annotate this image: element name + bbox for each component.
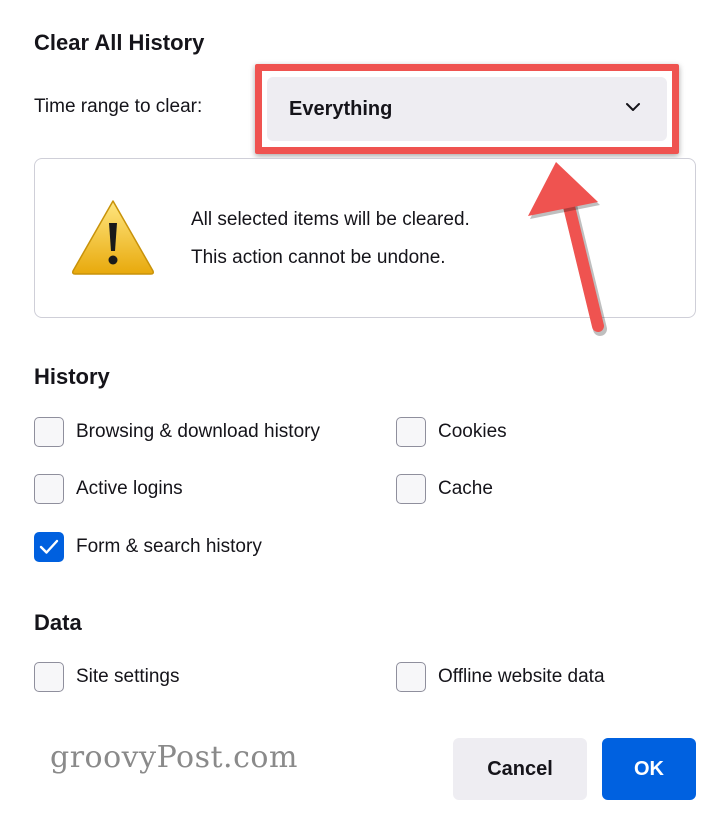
warning-icon: [72, 200, 154, 275]
annotation-arrow-icon: [528, 162, 607, 336]
checkbox-box[interactable]: [34, 417, 64, 447]
checkbox-label: Cache: [438, 478, 493, 499]
checkbox-label: Cookies: [438, 421, 507, 442]
cancel-button[interactable]: Cancel: [453, 738, 587, 800]
checkbox-site-settings[interactable]: Site settings: [34, 662, 180, 692]
checkbox-label: Browsing & download history: [76, 421, 320, 442]
checkbox-label: Offline website data: [438, 666, 605, 687]
checkbox-box[interactable]: [34, 474, 64, 504]
time-range-select[interactable]: Everything: [267, 77, 667, 141]
checkbox-label: Site settings: [76, 666, 180, 687]
checkmark-icon: [39, 539, 59, 554]
time-range-value: Everything: [289, 97, 393, 120]
time-range-label: Time range to clear:: [34, 96, 203, 117]
watermark: groovyPost.com: [50, 740, 298, 775]
checkbox-box[interactable]: [396, 474, 426, 504]
checkbox-label: Form & search history: [76, 536, 262, 557]
warning-text-line1: All selected items will be cleared.: [191, 209, 470, 230]
checkbox-cache[interactable]: Cache: [396, 474, 493, 504]
checkbox-label: Active logins: [76, 478, 183, 499]
warning-text-line2: This action cannot be undone.: [191, 247, 446, 268]
clear-history-dialog: Clear All History Time range to clear: E…: [0, 0, 720, 827]
checkbox-box[interactable]: [34, 662, 64, 692]
checkbox-cookies[interactable]: Cookies: [396, 417, 507, 447]
data-section-title: Data: [34, 610, 82, 635]
checkbox-box[interactable]: [396, 417, 426, 447]
checkbox-form-search-history[interactable]: Form & search history: [34, 532, 262, 562]
checkbox-browsing-download-history[interactable]: Browsing & download history: [34, 417, 320, 447]
chevron-down-icon: [626, 103, 640, 111]
dialog-title: Clear All History: [34, 30, 205, 55]
checkbox-offline-website-data[interactable]: Offline website data: [396, 662, 605, 692]
ok-button[interactable]: OK: [602, 738, 696, 800]
checkbox-active-logins[interactable]: Active logins: [34, 474, 183, 504]
history-section-title: History: [34, 364, 110, 389]
checkbox-box-checked[interactable]: [34, 532, 64, 562]
checkbox-box[interactable]: [396, 662, 426, 692]
